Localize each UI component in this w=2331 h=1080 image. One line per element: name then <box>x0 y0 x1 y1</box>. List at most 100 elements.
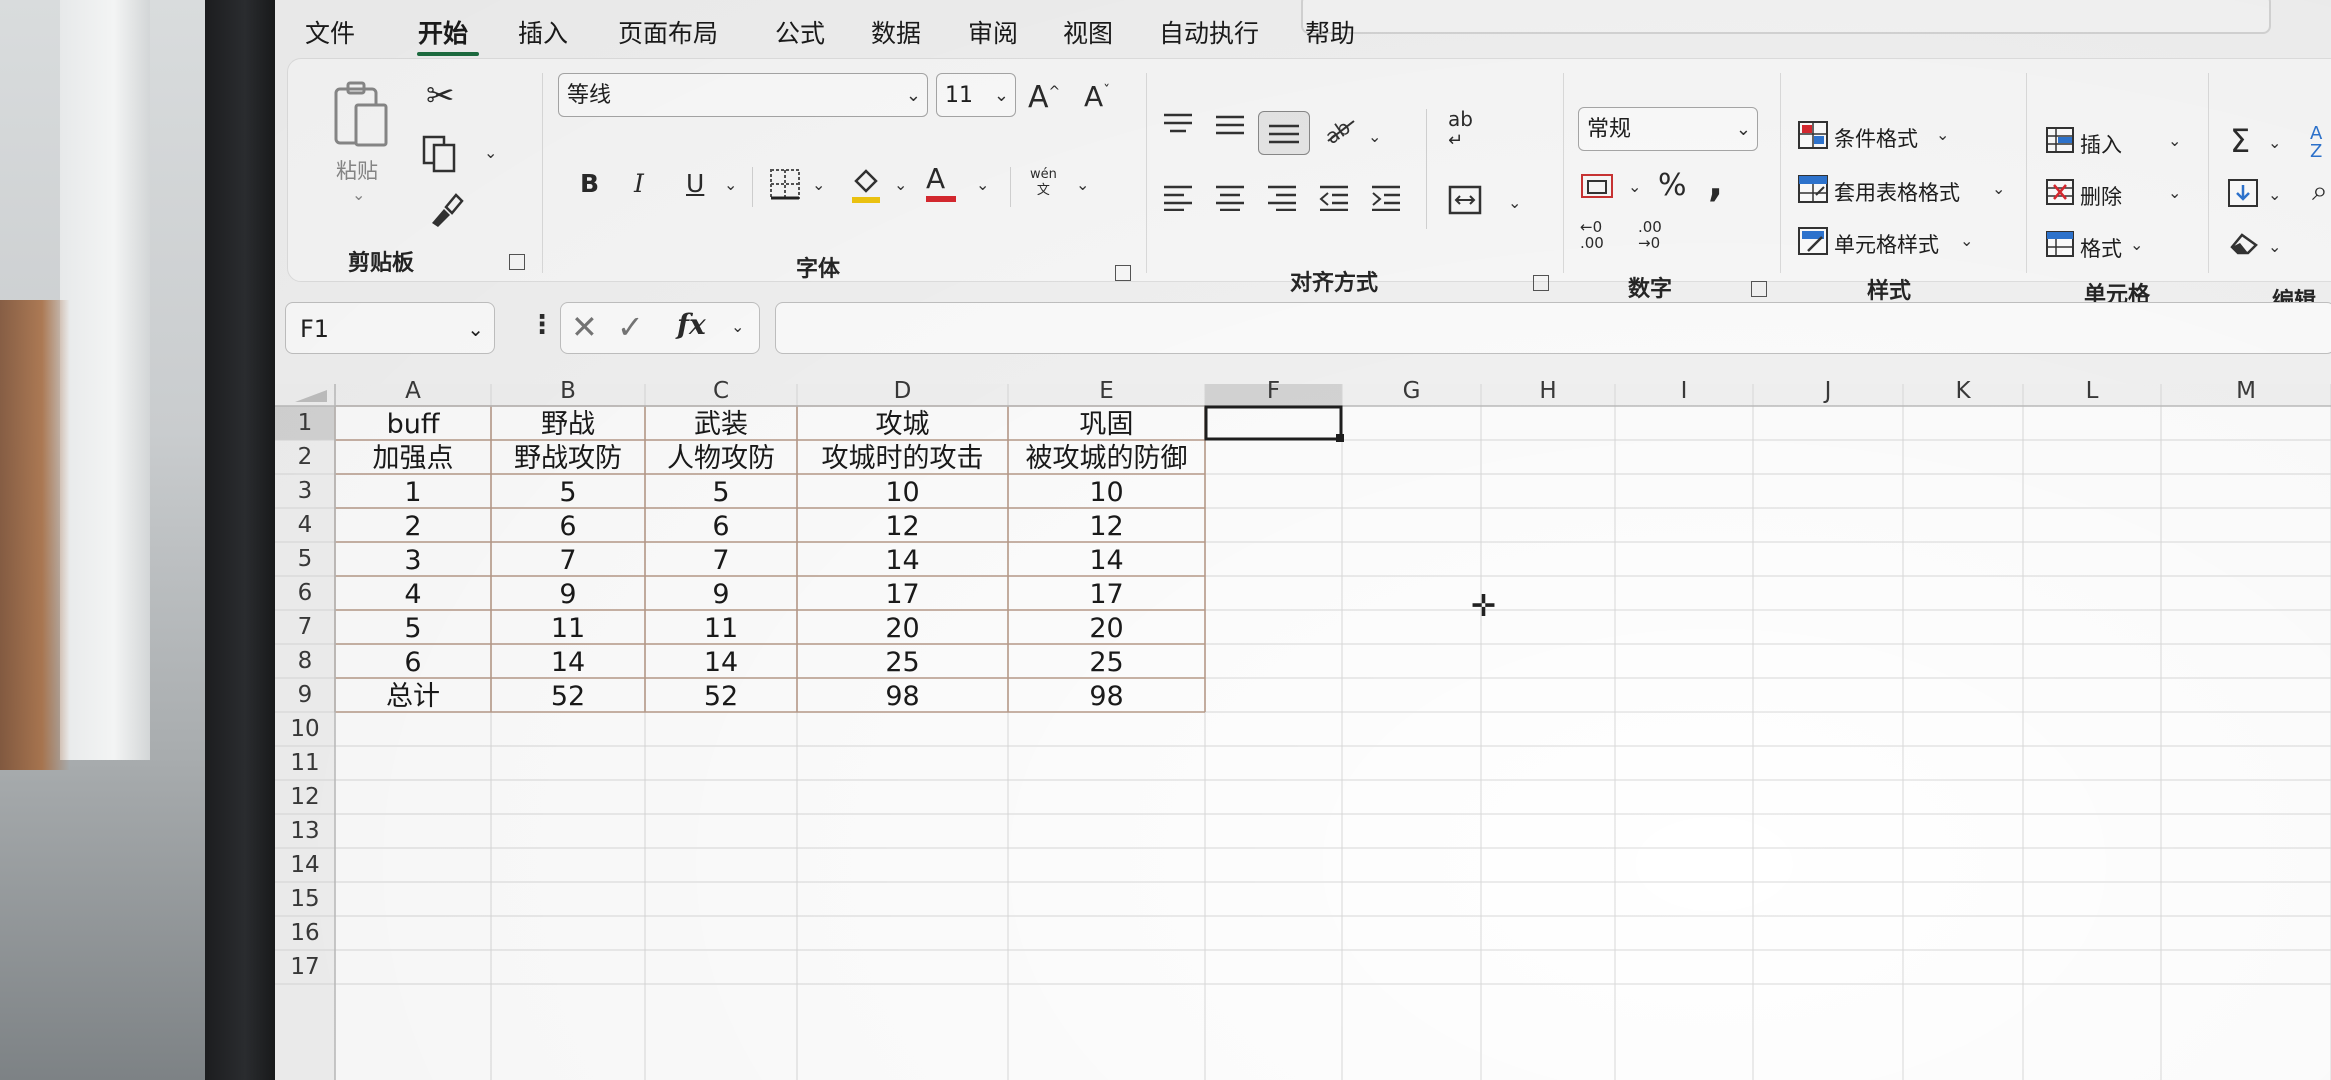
increase-indent-icon[interactable] <box>1370 183 1402 216</box>
column-header-e[interactable]: E <box>1008 378 1205 404</box>
decrease-font-size-icon[interactable]: Aˇ <box>1084 83 1110 111</box>
tab-help[interactable]: 帮助 <box>1305 14 1355 50</box>
cell-styles-icon[interactable] <box>1798 227 1828 260</box>
phonetic-dropdown-icon[interactable]: ⌄ <box>1076 175 1089 194</box>
align-bottom-button[interactable] <box>1258 111 1310 155</box>
cell[interactable]: 20 <box>797 612 1008 646</box>
paste-icon[interactable] <box>328 79 392 151</box>
row-header-8[interactable]: 8 <box>275 644 335 678</box>
cut-icon[interactable]: ✂ <box>426 79 455 113</box>
column-header-m[interactable]: M <box>2161 378 2331 404</box>
more-options-icon[interactable]: ⋮ <box>529 312 555 338</box>
row-header-5[interactable]: 5 <box>275 542 335 576</box>
cell[interactable]: 17 <box>797 578 1008 612</box>
conditional-format-icon[interactable] <box>1798 121 1828 154</box>
cell[interactable]: 14 <box>645 646 797 680</box>
fill-dropdown-icon[interactable]: ⌄ <box>2268 185 2281 204</box>
borders-icon[interactable] <box>768 167 802 206</box>
tab-page-layout[interactable]: 页面布局 <box>618 14 718 50</box>
merge-dropdown-icon[interactable]: ⌄ <box>1508 193 1521 212</box>
conditional-format-dropdown-icon[interactable]: ⌄ <box>1936 125 1949 144</box>
row-header-10[interactable]: 10 <box>275 712 335 746</box>
column-header-f[interactable]: F <box>1205 378 1342 404</box>
column-header-a[interactable]: A <box>335 378 491 404</box>
sheet-grid[interactable]: A B C D E F G H I J K L M 1 2 3 4 5 6 7 8 9 10 11 12 13 14 15 16 17 bu… <box>275 378 2331 1080</box>
column-header-l[interactable]: L <box>2023 378 2161 404</box>
fill-icon[interactable] <box>2228 179 2258 212</box>
tab-insert[interactable]: 插入 <box>518 14 568 50</box>
table-format-icon[interactable] <box>1798 175 1828 208</box>
font-color-dropdown-icon[interactable]: ⌄ <box>976 175 989 194</box>
table-format-dropdown-icon[interactable]: ⌄ <box>1992 179 2005 198</box>
cell[interactable]: buff <box>335 408 491 442</box>
cell[interactable]: 20 <box>1008 612 1205 646</box>
comma-style-button[interactable]: , <box>1708 163 1723 203</box>
insert-function-button[interactable]: fx <box>677 311 706 339</box>
cell[interactable]: 17 <box>1008 578 1205 612</box>
cell[interactable]: 3 <box>335 544 491 578</box>
row-header-3[interactable]: 3 <box>275 474 335 508</box>
column-header-d[interactable]: D <box>797 378 1008 404</box>
insert-dropdown-icon[interactable]: ⌄ <box>2168 131 2181 150</box>
column-header-g[interactable]: G <box>1342 378 1481 404</box>
cell[interactable]: 人物攻防 <box>645 442 797 476</box>
cell[interactable]: 攻城时的攻击 <box>797 442 1008 476</box>
insert-cells-button[interactable]: 插入 <box>2080 129 2122 159</box>
tab-formulas[interactable]: 公式 <box>775 14 825 50</box>
column-header-j[interactable]: J <box>1753 378 1903 404</box>
align-center-icon[interactable] <box>1214 183 1246 216</box>
name-box[interactable]: F1 ⌄ <box>285 302 495 354</box>
number-launcher-icon[interactable] <box>1751 281 1767 297</box>
cell[interactable]: 4 <box>335 578 491 612</box>
selected-cell[interactable] <box>1204 405 1343 441</box>
copy-icon[interactable] <box>420 133 460 178</box>
cell[interactable]: 11 <box>491 612 645 646</box>
column-header-c[interactable]: C <box>645 378 797 404</box>
font-size-select[interactable]: 11 ⌄ <box>936 73 1016 117</box>
cell[interactable]: 1 <box>335 476 491 510</box>
cell[interactable]: 野战 <box>491 408 645 442</box>
cell[interactable]: 10 <box>797 476 1008 510</box>
cell[interactable]: 6 <box>335 646 491 680</box>
row-header-13[interactable]: 13 <box>275 814 335 848</box>
sort-filter-icon[interactable]: AZ <box>2310 125 2322 161</box>
row-header-17[interactable]: 17 <box>275 950 335 984</box>
table-format-button[interactable]: 套用表格格式 <box>1834 177 1960 207</box>
orientation-icon[interactable]: ab <box>1321 111 1358 150</box>
wrap-text-icon[interactable]: ab ↵ <box>1448 109 1473 150</box>
cell[interactable]: 25 <box>797 646 1008 680</box>
bold-button[interactable]: B <box>580 171 599 196</box>
accounting-dropdown-icon[interactable]: ⌄ <box>1628 177 1641 196</box>
cell[interactable]: 加强点 <box>335 442 491 476</box>
row-header-6[interactable]: 6 <box>275 576 335 610</box>
cell[interactable]: 52 <box>491 680 645 714</box>
fill-color-dropdown-icon[interactable]: ⌄ <box>894 175 907 194</box>
font-launcher-icon[interactable] <box>1115 265 1131 281</box>
format-cells-icon[interactable] <box>2046 231 2074 262</box>
alignment-launcher-icon[interactable] <box>1533 275 1549 291</box>
cell[interactable]: 攻城 <box>797 408 1008 442</box>
underline-dropdown-icon[interactable]: ⌄ <box>724 175 737 194</box>
align-top-icon[interactable] <box>1162 111 1194 142</box>
search-box[interactable] <box>1301 0 2271 34</box>
cell[interactable]: 11 <box>645 612 797 646</box>
tab-data[interactable]: 数据 <box>871 14 921 50</box>
cell[interactable]: 14 <box>797 544 1008 578</box>
format-dropdown-icon[interactable]: ⌄ <box>2130 235 2143 254</box>
cell[interactable]: 5 <box>645 476 797 510</box>
row-header-7[interactable]: 7 <box>275 610 335 644</box>
cell[interactable]: 被攻城的防御 <box>1008 442 1205 476</box>
find-icon[interactable]: ⌕ <box>2312 177 2328 205</box>
clipboard-launcher-icon[interactable] <box>509 254 525 270</box>
merge-center-icon[interactable] <box>1448 185 1482 220</box>
cell[interactable]: 25 <box>1008 646 1205 680</box>
font-color-icon[interactable]: A <box>926 165 956 202</box>
accounting-format-icon[interactable] <box>1580 171 1620 208</box>
insert-cells-icon[interactable] <box>2046 127 2074 158</box>
row-header-2[interactable]: 2 <box>275 440 335 474</box>
row-header-1[interactable]: 1 <box>275 406 335 440</box>
function-dropdown-icon[interactable]: ⌄ <box>731 317 744 336</box>
column-header-h[interactable]: H <box>1481 378 1615 404</box>
tab-automate[interactable]: 自动执行 <box>1159 14 1259 50</box>
tab-home[interactable]: 开始 <box>418 14 468 50</box>
